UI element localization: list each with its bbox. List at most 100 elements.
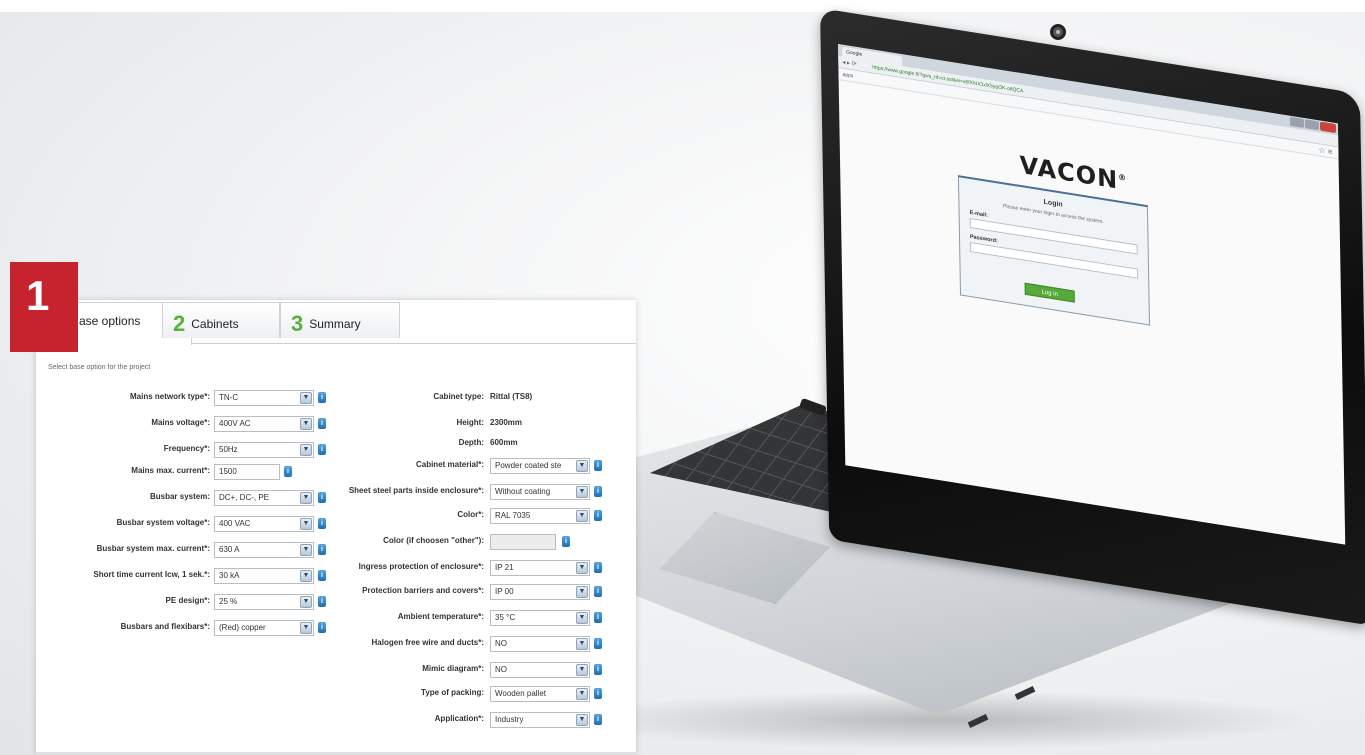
color-other-input[interactable]	[490, 534, 556, 550]
busbar-system-row: Busbar system: DC+, DC-, PE ▼ i	[36, 490, 336, 506]
info-icon[interactable]: i	[318, 518, 326, 529]
field-label: Height:	[456, 418, 484, 427]
tab-cabinets[interactable]: 2 Cabinets	[162, 302, 280, 338]
short-time-current-row: Short time current Icw, 1 sek.*: 30 kA ▼ …	[36, 568, 336, 584]
tab-number: 2	[173, 311, 186, 336]
field-label: Color*:	[457, 510, 484, 519]
chevron-down-icon: ▼	[300, 544, 312, 556]
field-label: Cabinet material*:	[415, 460, 484, 469]
tab-label: ase options	[79, 314, 141, 328]
chevron-down-icon: ▼	[300, 492, 312, 504]
info-icon[interactable]: i	[594, 714, 602, 725]
info-icon[interactable]: i	[594, 510, 602, 521]
busbar-max-current-select[interactable]: 630 A ▼	[214, 542, 314, 558]
info-icon[interactable]: i	[318, 492, 326, 503]
type-of-packing-row: Type of packing: Wooden pallet ▼ i	[326, 686, 626, 702]
info-icon[interactable]: i	[594, 638, 602, 649]
ingress-protection-select[interactable]: IP 21 ▼	[490, 560, 590, 576]
laptop-screen: Google ◂ ▸ ⟳ https://www.google.fi/?gws_…	[838, 44, 1346, 545]
mains-network-type-select[interactable]: TN-C ▼	[214, 390, 314, 406]
field-label: Busbars and flexibars*:	[120, 622, 210, 631]
height-value: 2300mm	[490, 418, 523, 427]
menu-icon[interactable]: ☆ ≡	[1318, 144, 1332, 158]
chevron-down-icon: ▼	[300, 444, 312, 456]
field-label: Cabinet type:	[433, 392, 484, 401]
color-select[interactable]: RAL 7035 ▼	[490, 508, 590, 524]
tab-bar: ase options 2 Cabinets 3 Summary	[36, 300, 636, 345]
info-icon[interactable]: i	[284, 466, 292, 477]
protection-barriers-row: Protection barriers and covers*: IP 00 ▼ …	[326, 584, 626, 600]
field-label: Ambient temperature*:	[397, 612, 484, 621]
info-icon[interactable]: i	[594, 486, 602, 497]
info-icon[interactable]: i	[318, 444, 326, 455]
ingress-protection-row: Ingress protection of enclosure*: IP 21 ▼…	[326, 560, 626, 576]
short-time-current-select[interactable]: 30 kA ▼	[214, 568, 314, 584]
base-options-panel: ase options 2 Cabinets 3 Summary Select ba…	[36, 300, 636, 755]
application-row: Application*: Industry ▼ i	[326, 712, 626, 728]
field-label: Busbar system voltage*:	[116, 518, 210, 527]
chevron-down-icon: ▼	[576, 586, 588, 598]
info-icon[interactable]: i	[594, 664, 602, 675]
info-icon[interactable]: i	[594, 612, 602, 623]
info-icon[interactable]: i	[594, 460, 602, 471]
frequency-row: Frequency*: 50Hz ▼ i	[36, 442, 336, 458]
minimize-icon[interactable]	[1289, 116, 1305, 129]
mimic-diagram-select[interactable]: NO ▼	[490, 662, 590, 678]
pe-design-select[interactable]: 25 % ▼	[214, 594, 314, 610]
cabinet-type-row: Cabinet type: Rittal (TS8)	[326, 390, 626, 406]
chevron-down-icon: ▼	[300, 622, 312, 634]
info-icon[interactable]: i	[594, 586, 602, 597]
info-icon[interactable]: i	[594, 688, 602, 699]
busbar-system-select[interactable]: DC+, DC-, PE ▼	[214, 490, 314, 506]
chevron-down-icon: ▼	[576, 612, 588, 624]
chevron-down-icon: ▼	[300, 570, 312, 582]
cabinet-type-value: Rittal (TS8)	[490, 392, 533, 401]
ambient-temperature-select[interactable]: 35 °C ▼	[490, 610, 590, 626]
chevron-down-icon: ▼	[300, 418, 312, 430]
type-of-packing-select[interactable]: Wooden pallet ▼	[490, 686, 590, 702]
field-label: Short time current Icw, 1 sek.*:	[93, 570, 210, 579]
application-select[interactable]: Industry ▼	[490, 712, 590, 728]
sheet-steel-parts-select[interactable]: Without coating ▼	[490, 484, 590, 500]
field-label: Mains max. current*:	[131, 466, 210, 475]
field-label: Type of packing:	[421, 688, 484, 697]
field-label: Mimic diagram*:	[422, 664, 484, 673]
info-icon[interactable]: i	[318, 544, 326, 555]
busbars-flexibars-select[interactable]: (Red) copper ▼	[214, 620, 314, 636]
color-other-row: Color (if choosen "other"): i	[326, 534, 626, 550]
field-label: Ingress protection of enclosure*:	[358, 562, 484, 571]
field-label: Frequency*:	[163, 444, 210, 453]
info-icon[interactable]: i	[562, 536, 570, 547]
tab-summary[interactable]: 3 Summary	[280, 302, 400, 338]
mains-max-current-input[interactable]: 1500	[214, 464, 280, 480]
halogen-free-select[interactable]: NO ▼	[490, 636, 590, 652]
step-number-badge: 1	[10, 262, 78, 352]
depth-value: 600mm	[490, 438, 518, 447]
sheet-steel-parts-row: Sheet steel parts inside enclosure*: Wit…	[326, 484, 626, 500]
mains-voltage-select[interactable]: 400V AC ▼	[214, 416, 314, 432]
chevron-down-icon: ▼	[576, 562, 588, 574]
info-icon[interactable]: i	[318, 596, 326, 607]
cabinet-material-select[interactable]: Powder coated ste ▼	[490, 458, 590, 474]
chevron-down-icon: ▼	[300, 392, 312, 404]
mains-max-current-row: Mains max. current*: 1500 i	[36, 464, 336, 480]
info-icon[interactable]: i	[318, 570, 326, 581]
login-button[interactable]: Log in	[1024, 282, 1075, 303]
pe-design-row: PE design*: 25 % ▼ i	[36, 594, 336, 610]
color-row: Color*: RAL 7035 ▼ i	[326, 508, 626, 524]
mains-network-type-row: Mains network type*: TN-C ▼ i	[36, 390, 336, 406]
field-label: Sheet steel parts inside enclosure*:	[348, 486, 484, 495]
info-icon[interactable]: i	[594, 562, 602, 573]
info-icon[interactable]: i	[318, 392, 326, 403]
info-icon[interactable]: i	[318, 622, 326, 633]
frequency-select[interactable]: 50Hz ▼	[214, 442, 314, 458]
close-icon[interactable]	[1319, 121, 1337, 134]
chevron-down-icon: ▼	[300, 596, 312, 608]
maximize-icon[interactable]	[1304, 119, 1320, 131]
busbar-system-voltage-select[interactable]: 400 VAC ▼	[214, 516, 314, 532]
info-icon[interactable]: i	[318, 418, 326, 429]
field-label: Halogen free wire and ducts*:	[371, 638, 484, 647]
protection-barriers-select[interactable]: IP 00 ▼	[490, 584, 590, 600]
tab-label: Summary	[309, 317, 361, 331]
webcam-icon	[1050, 24, 1066, 40]
